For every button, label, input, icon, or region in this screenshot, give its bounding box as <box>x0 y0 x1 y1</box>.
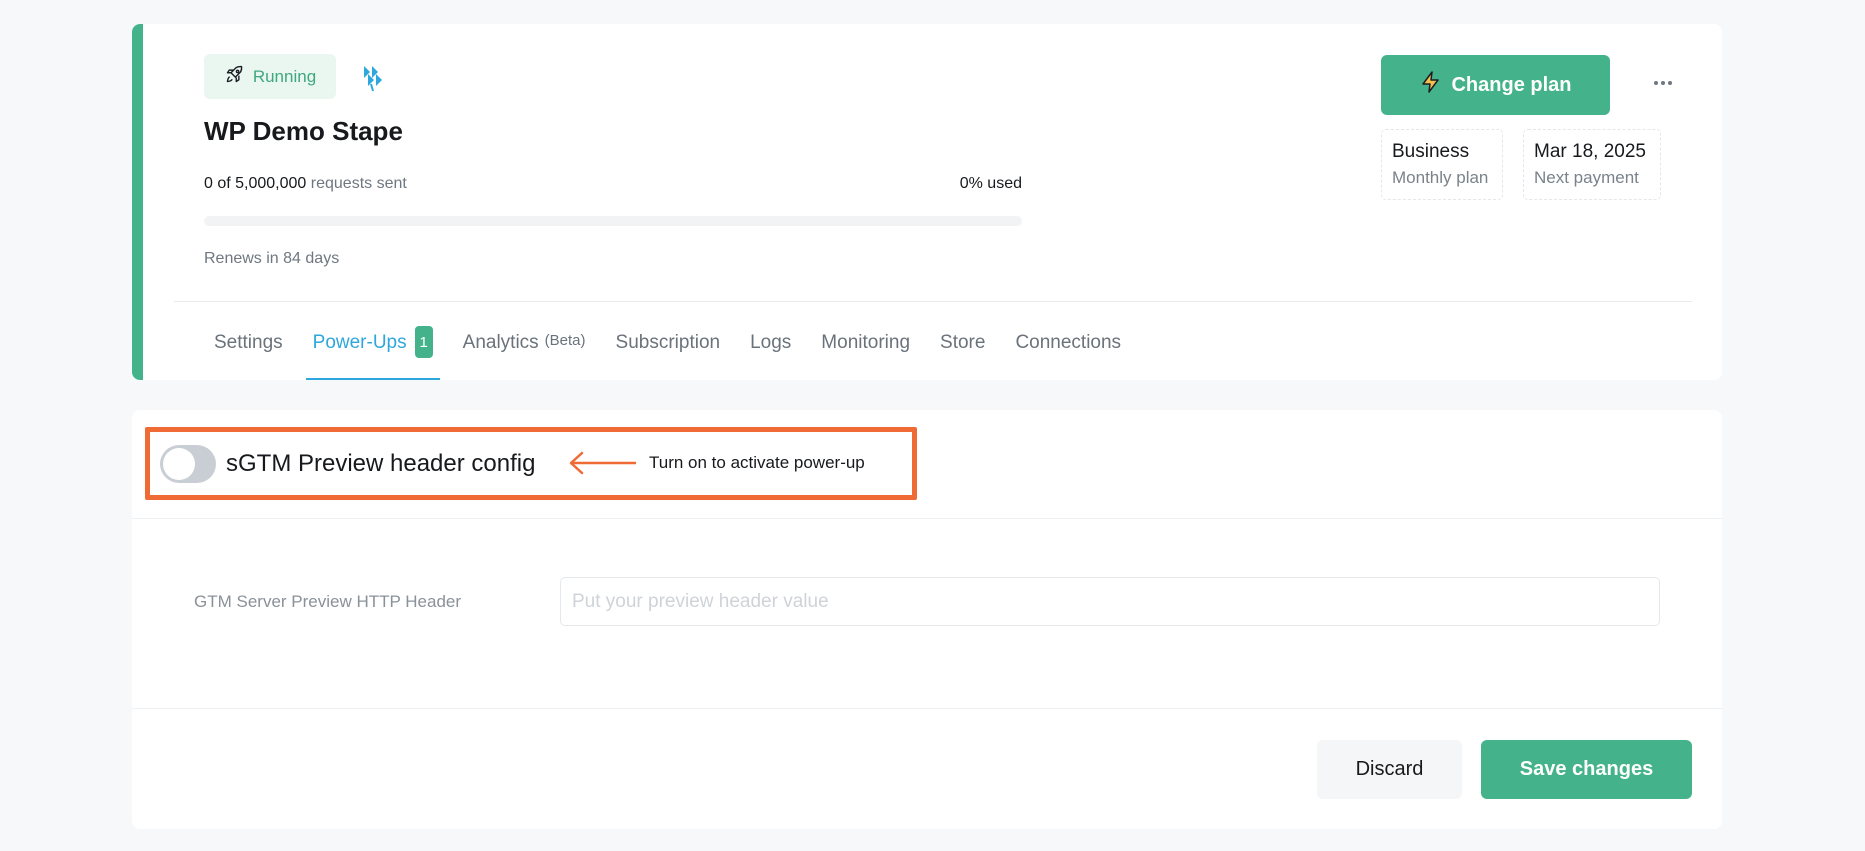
tab-power-ups[interactable]: Power-Ups 1 <box>305 324 440 380</box>
tab-settings[interactable]: Settings <box>207 324 290 380</box>
tab-logs[interactable]: Logs <box>743 324 798 380</box>
divider <box>132 518 1722 519</box>
next-payment-label: Next payment <box>1534 168 1639 187</box>
tab-label: Power-Ups <box>312 332 407 353</box>
toggle-knob <box>163 448 195 480</box>
plan-period: Monthly plan <box>1392 168 1489 187</box>
tab-count-badge: 1 <box>414 326 433 358</box>
discard-button[interactable]: Discard <box>1317 740 1462 799</box>
change-plan-button[interactable]: Change plan <box>1381 55 1610 115</box>
plan-info-box: Business Monthly plan <box>1381 129 1503 200</box>
more-dots-icon[interactable] <box>1648 68 1678 98</box>
tab-analytics[interactable]: Analytics (Beta) <box>456 324 593 380</box>
usage-percent: 0% used <box>959 175 1022 192</box>
requests-sent-suffix: requests sent <box>310 175 407 192</box>
tab-label: Analytics <box>462 332 539 353</box>
tab-store[interactable]: Store <box>933 324 992 380</box>
usage-progress-bar <box>204 216 1022 226</box>
status-accent-bar <box>132 24 143 380</box>
tab-beta-label: (Beta) <box>544 332 586 349</box>
lightning-icon <box>1419 70 1443 100</box>
tab-label: Monitoring <box>821 332 911 353</box>
tab-label: Logs <box>750 332 792 353</box>
status-label: Running <box>252 66 317 86</box>
container-title: WP Demo Stape <box>204 116 403 146</box>
tab-label: Subscription <box>615 332 721 353</box>
requests-usage: 0 of 5,000,000 requests sent <box>204 175 407 193</box>
tab-label: Connections <box>1015 332 1122 353</box>
preview-header-label: GTM Server Preview HTTP Header <box>194 592 462 611</box>
rocket-icon <box>224 64 245 90</box>
powerup-toggle[interactable] <box>160 445 216 483</box>
annotation-note: Turn on to activate power-up <box>649 453 865 472</box>
divider <box>132 708 1722 709</box>
divider <box>174 301 1692 302</box>
change-plan-label: Change plan <box>1451 73 1572 96</box>
plan-name: Business <box>1392 141 1470 162</box>
tab-connections[interactable]: Connections <box>1008 324 1128 380</box>
container-summary-card: Running WP Demo Stape 0 of 5,000,000 req… <box>132 24 1722 380</box>
preview-header-input[interactable] <box>560 577 1660 626</box>
left-arrow-icon <box>569 451 636 475</box>
status-badge: Running <box>204 54 336 99</box>
save-changes-button[interactable]: Save changes <box>1481 740 1692 799</box>
tab-monitoring[interactable]: Monitoring <box>814 324 917 380</box>
tab-label: Settings <box>214 332 283 353</box>
requests-sent-count: 0 of 5,000,000 <box>204 175 307 192</box>
next-payment-date: Mar 18, 2025 <box>1534 141 1646 162</box>
powerup-config-card: sGTM Preview header config Turn on to ac… <box>132 410 1722 829</box>
tab-subscription[interactable]: Subscription <box>609 324 728 380</box>
next-payment-box: Mar 18, 2025 Next payment <box>1523 129 1661 200</box>
powerup-title: sGTM Preview header config <box>226 450 536 477</box>
container-tabs: Settings Power-Ups 1 Analytics (Beta) Su… <box>207 324 1144 380</box>
stape-logo-icon <box>356 62 386 92</box>
renewal-info: Renews in 84 days <box>204 250 340 267</box>
tab-label: Store <box>940 332 986 353</box>
